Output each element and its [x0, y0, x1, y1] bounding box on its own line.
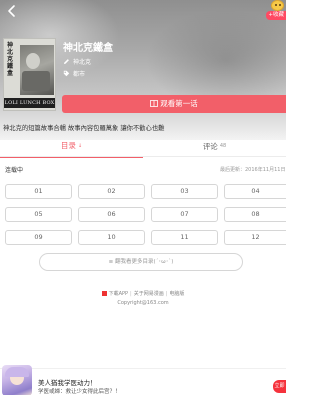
chapter-button[interactable]: 09 [5, 230, 72, 245]
footer-link-download[interactable]: 下載APP [109, 291, 128, 297]
cover-banner: LOLI LUNCH BOX [4, 98, 55, 108]
back-button[interactable] [6, 4, 18, 18]
author-row[interactable]: 神北克 [63, 57, 91, 66]
tab-comments-label: 评论 [202, 142, 218, 151]
chevron-left-icon [8, 5, 15, 17]
footer-link-desktop[interactable]: 电脑版 [169, 291, 184, 297]
read-button-label: 观看第一话 [160, 99, 198, 108]
footer-links: 下載APP | 关于网易漫画 | 电脑版 [0, 290, 286, 297]
ad-banner[interactable]: 美人猶我学医动力！ 学医或婦：救让少女得此后宫？！ 立即 [0, 365, 286, 395]
book-title: 神北克鐵盒 [63, 43, 113, 54]
chapter-button[interactable]: 12 [224, 230, 286, 245]
chapter-button[interactable]: 01 [5, 184, 72, 199]
chapter-button[interactable]: 03 [151, 184, 218, 199]
detail-tabs: 目录 ↓ 评论 48 [0, 137, 286, 158]
book-cover: 神北克鐵盒 LOLI LUNCH BOX [3, 38, 56, 111]
footer-divider: | [165, 291, 168, 297]
genre-label: 都市 [73, 71, 86, 78]
cover-title: 神北克鐵盒 [7, 42, 14, 77]
chapter-button[interactable]: 04 [224, 184, 286, 199]
chapter-button[interactable]: 07 [151, 207, 218, 222]
comment-count: 48 [219, 143, 227, 149]
footer-divider: | [130, 291, 132, 297]
catalog-status-row: 连载中 最后更新：2016年11月11日 [0, 162, 286, 174]
tab-comments[interactable]: 评论 48 [143, 137, 286, 157]
serial-status: 连载中 [5, 167, 24, 174]
tag-icon [63, 70, 70, 77]
netease-logo-icon [101, 290, 107, 296]
favorite-badge[interactable]: +收藏 [266, 0, 286, 22]
chapter-button[interactable]: 06 [78, 207, 145, 222]
chapter-button[interactable]: 11 [151, 230, 218, 245]
book-open-icon [150, 100, 159, 107]
ad-character-image [2, 365, 32, 395]
tab-catalog[interactable]: 目录 ↓ [0, 137, 143, 158]
book-description: 神北克的短篇故事合輯 故事內容包羅萬象 讓你不勸心也難 [3, 125, 165, 132]
sort-arrow-icon: ↓ [77, 143, 83, 149]
chapter-button[interactable]: 05 [5, 207, 72, 222]
ad-title: 美人猶我学医动力！ [38, 379, 97, 387]
genre-row[interactable]: 都市 [63, 69, 85, 78]
ad-cta-button[interactable]: 立即 [273, 380, 286, 393]
pen-icon [64, 59, 69, 64]
ad-subtitle: 学医或婦：救让少女得此后宫？！ [38, 389, 121, 395]
last-updated: 最后更新：2016年11月11日 [220, 167, 286, 173]
chapter-button[interactable]: 08 [224, 207, 286, 222]
footer-link-about[interactable]: 关于网易漫画 [134, 291, 164, 297]
show-more-chapters-button[interactable]: ≡ 翻我看更多目录(´･ω･`) [39, 253, 243, 271]
cover-art [20, 45, 54, 95]
chapter-button[interactable]: 02 [78, 184, 145, 199]
tab-catalog-label: 目录 [60, 141, 76, 150]
read-first-chapter-button[interactable]: 观看第一话 [62, 95, 286, 113]
author-name: 神北克 [73, 59, 92, 66]
active-tab-indicator [0, 156, 143, 158]
copyright: Copyright@163.com [117, 300, 169, 306]
favorite-label: +收藏 [266, 11, 286, 20]
mascot-icon [271, 0, 284, 11]
chapter-button[interactable]: 10 [78, 230, 145, 245]
